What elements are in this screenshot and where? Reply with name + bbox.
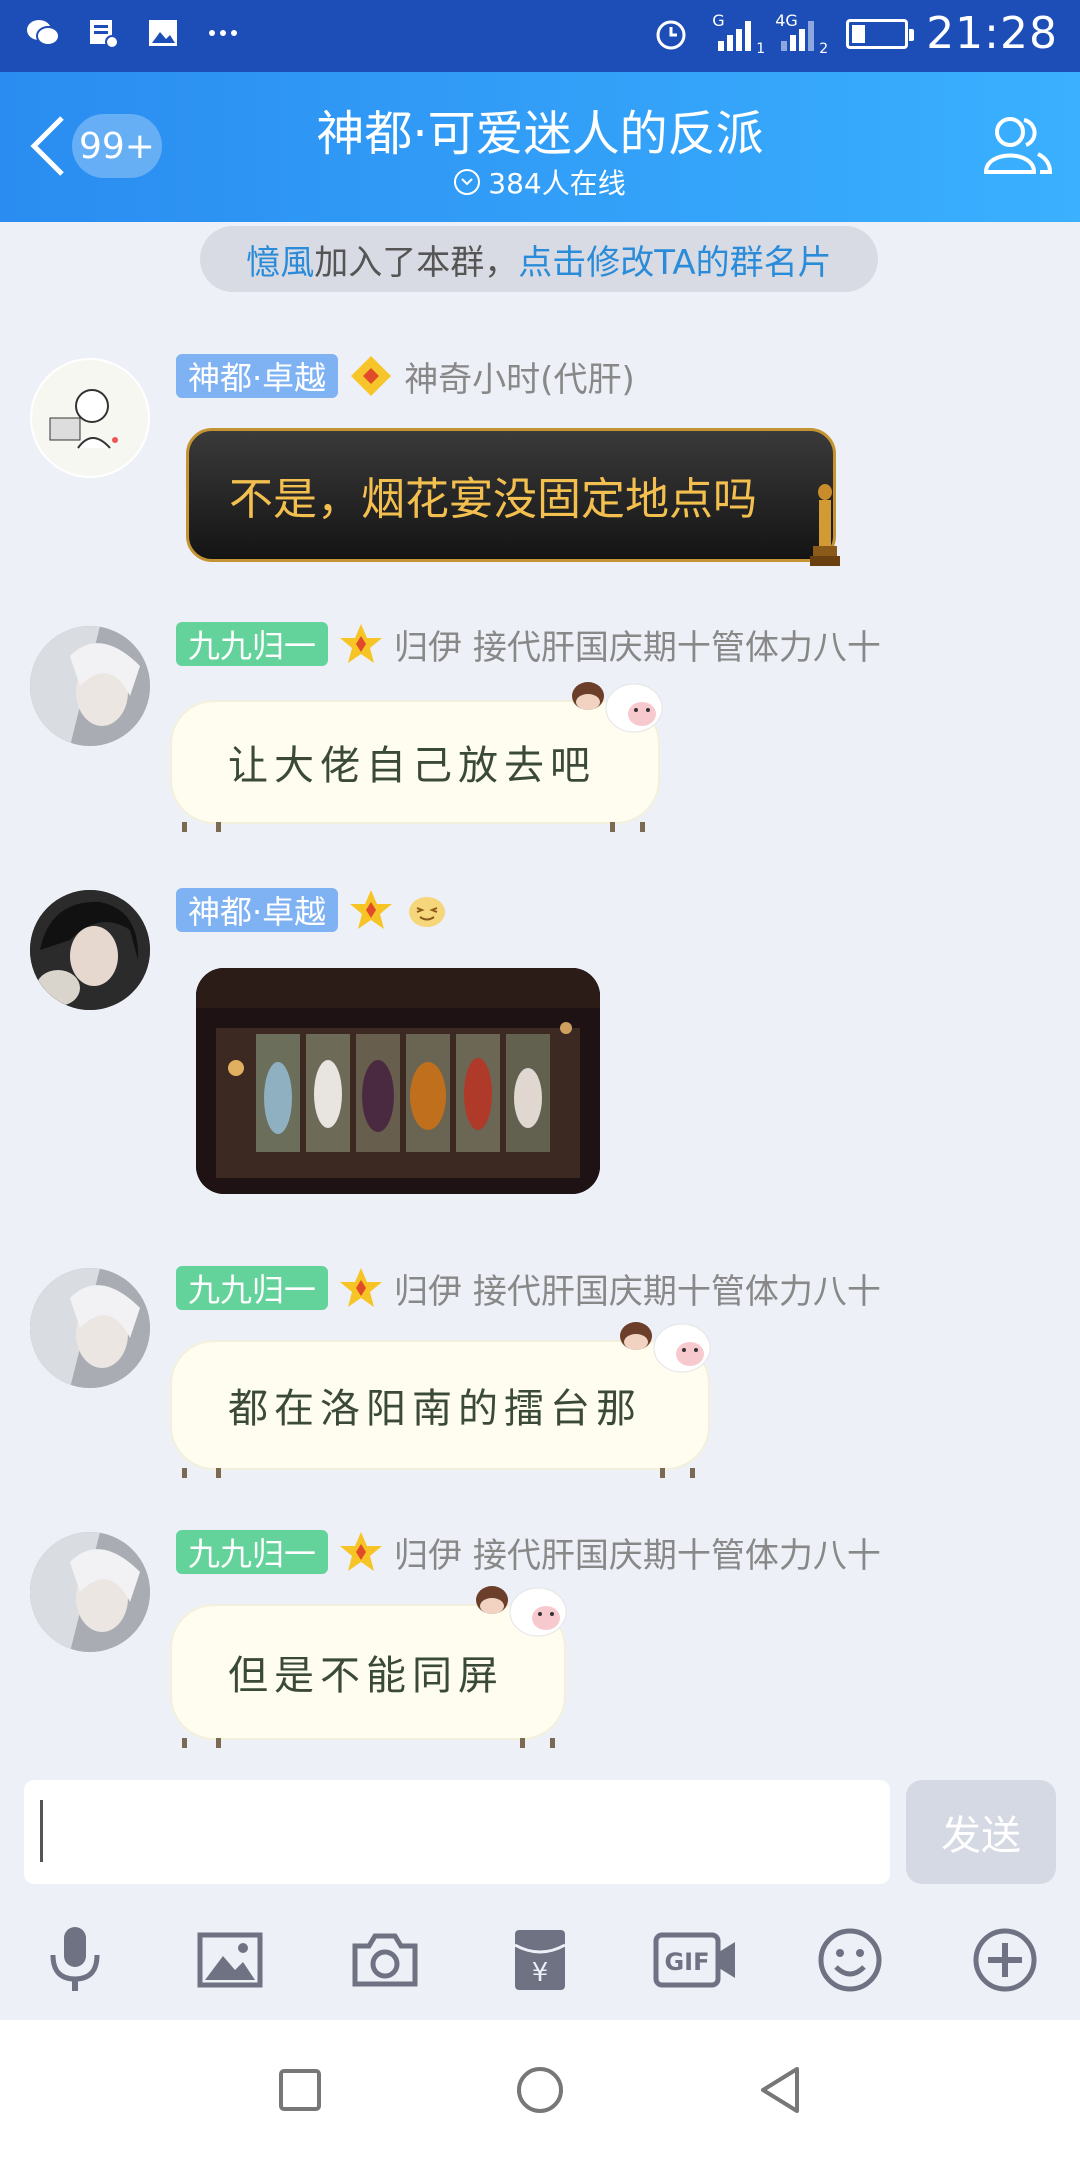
red-packet-icon[interactable]: ¥: [495, 1915, 585, 2005]
message-text: 让大佬自己放去吧: [228, 743, 596, 789]
avatar[interactable]: [30, 1532, 150, 1652]
image-icon[interactable]: [185, 1915, 275, 2005]
sender-name[interactable]: 归伊 接代肝国庆期十管体力八十: [394, 1264, 881, 1313]
signal-1-icon: G 1: [712, 10, 766, 57]
group-members-button[interactable]: [980, 110, 1056, 182]
signal-2-icon: 4G 2: [775, 10, 829, 57]
sheep-legs-icon: [182, 1468, 695, 1478]
more-icon: [204, 14, 242, 52]
message-bubble[interactable]: 不是，烟花宴没固定地点吗: [186, 428, 836, 562]
avatar[interactable]: [30, 890, 150, 1010]
level-icon: [348, 353, 394, 399]
member-title-tag: 九九归一: [176, 622, 329, 666]
image-message[interactable]: [196, 968, 600, 1194]
member-title-tag: 九九归一: [176, 1266, 329, 1310]
plus-icon[interactable]: [960, 1915, 1050, 2005]
group-title[interactable]: 神都·可爱迷人的反派: [0, 94, 1080, 164]
sheep-decoration-icon: [620, 1322, 711, 1373]
wechat-icon: [24, 14, 62, 52]
input-toolbar: ¥ GIF: [0, 1900, 1080, 2020]
member-title-tag: 神都·卓越: [176, 354, 339, 398]
microphone-icon[interactable]: [30, 1915, 120, 2005]
send-button[interactable]: 发送: [906, 1780, 1056, 1884]
level-icon: [338, 621, 384, 667]
level-icon: [338, 1529, 384, 1575]
notification-icon: [84, 14, 122, 52]
text-caret: [40, 1800, 43, 1862]
avatar[interactable]: [30, 626, 150, 746]
status-bar: G 1 4G 2 21:28: [0, 0, 1080, 72]
level-icon: [338, 1265, 384, 1311]
member-title-tag: 九九归一: [176, 1530, 329, 1574]
trophy-icon: [810, 484, 840, 566]
sender-name[interactable]: 归伊 接代肝国庆期十管体力八十: [394, 620, 881, 669]
notice-text: 加入了本群，: [314, 242, 519, 283]
svg-text:GIF: GIF: [664, 1948, 709, 1976]
sender-name[interactable]: 神奇小时(代肝): [404, 352, 635, 401]
recent-apps-icon[interactable]: [260, 2050, 340, 2130]
sheep-legs-icon: [182, 822, 645, 832]
online-status[interactable]: 384人在线: [0, 162, 1080, 202]
image-icon: [144, 14, 182, 52]
chat-header: 99+ 神都·可爱迷人的反派 384人在线: [0, 72, 1080, 222]
edit-card-link[interactable]: 点击修改TA的群名片: [518, 235, 831, 284]
battery-icon: [846, 18, 915, 49]
sender-name[interactable]: 归伊 接代肝国庆期十管体力八十: [394, 1528, 881, 1577]
sheep-decoration-icon: [476, 1586, 567, 1637]
chevron-down-icon: [454, 169, 481, 195]
sheep-decoration-icon: [572, 682, 663, 733]
level-icon: [348, 887, 394, 933]
avatar[interactable]: [30, 1268, 150, 1388]
avatar[interactable]: [30, 358, 150, 478]
camera-icon[interactable]: [340, 1915, 430, 2005]
emoji-icon[interactable]: [805, 1915, 895, 2005]
message-text: 都在洛阳南的擂台那: [228, 1386, 642, 1432]
message-input[interactable]: [24, 1780, 890, 1884]
home-icon[interactable]: [500, 2050, 580, 2130]
member-title-tag: 神都·卓越: [176, 888, 339, 932]
system-nav-bar: [0, 2020, 1080, 2160]
joined-user[interactable]: 憶風: [246, 235, 314, 284]
svg-text:¥: ¥: [532, 1958, 549, 1988]
join-notice: 憶風 加入了本群， 点击修改TA的群名片: [200, 226, 878, 292]
members-icon: [983, 117, 1053, 174]
input-bar: 发送: [0, 1766, 1080, 1884]
back-icon[interactable]: [740, 2050, 820, 2130]
message-text: 不是，烟花宴没固定地点吗: [229, 474, 757, 525]
gif-icon[interactable]: GIF: [650, 1915, 740, 2005]
clock: 21:28: [926, 8, 1058, 59]
online-count: 384人在线: [488, 167, 626, 200]
sheep-legs-icon: [182, 1738, 555, 1748]
alarm-icon: [652, 15, 690, 53]
laughing-emoji-icon: [404, 887, 450, 933]
